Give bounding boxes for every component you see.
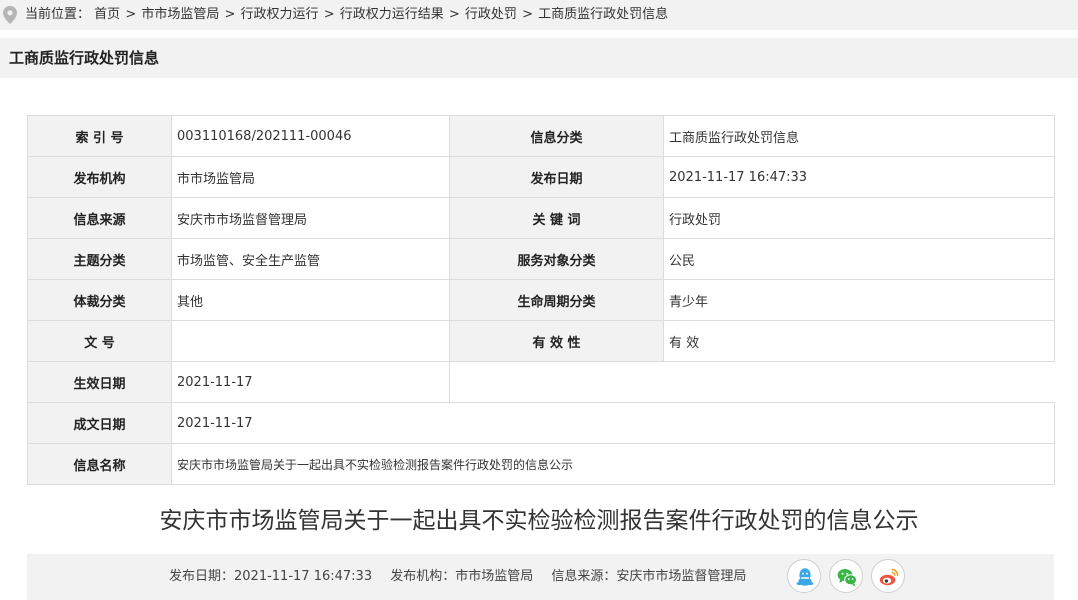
wechat-icon	[837, 569, 858, 587]
validity-label: 有 效 性	[449, 320, 664, 362]
section-title: 工商质监行政处罚信息	[0, 38, 1078, 78]
empty-cell	[449, 361, 1055, 403]
table-row: 体裁分类 其他 生命周期分类 青少年	[27, 279, 1055, 321]
breadcrumb-label: 当前位置：	[25, 7, 91, 22]
topic-value: 市场监管、安全生产监管	[171, 238, 450, 280]
location-pin-icon	[3, 6, 17, 24]
topic-label: 主题分类	[27, 238, 172, 280]
index-no-value: 003110168/202111-00046	[171, 115, 450, 157]
table-row: 主题分类 市场监管、安全生产监管 服务对象分类 公民	[27, 238, 1055, 280]
publish-info-bar: 发布日期：2021-11-17 16:47:33 发布机构：市市场监管局 信息来…	[27, 554, 1054, 600]
footer-org-label: 发布机构：	[390, 569, 456, 584]
publisher-label: 发布机构	[27, 156, 172, 198]
audience-label: 服务对象分类	[449, 238, 664, 280]
effective-date-label: 生效日期	[27, 361, 172, 403]
metadata-table: 索 引 号 003110168/202111-00046 信息分类 工商质监行政…	[27, 115, 1055, 485]
keywords-value: 行政处罚	[663, 197, 1055, 239]
doc-no-value	[171, 320, 450, 362]
weibo-icon	[879, 568, 899, 586]
info-name-label: 信息名称	[27, 443, 172, 485]
breadcrumb-current[interactable]: 工商质监行政处罚信息	[538, 7, 668, 22]
share-qq-button[interactable]	[787, 559, 821, 593]
audience-value: 公民	[663, 238, 1055, 280]
written-date-label: 成文日期	[27, 402, 172, 444]
breadcrumb-market-bureau[interactable]: 市市场监管局	[141, 7, 219, 22]
table-row: 索 引 号 003110168/202111-00046 信息分类 工商质监行政…	[27, 115, 1055, 157]
doc-no-label: 文 号	[27, 320, 172, 362]
genre-label: 体裁分类	[27, 279, 172, 321]
footer-source-value: 安庆市市场监督管理局	[616, 569, 747, 584]
breadcrumb: 当前位置： 首页 > 市市场监管局 > 行政权力运行 > 行政权力运行结果 > …	[0, 0, 1078, 30]
table-row: 文 号 有 效 性 有 效	[27, 320, 1055, 362]
category-value: 工商质监行政处罚信息	[663, 115, 1055, 157]
category-label: 信息分类	[449, 115, 664, 157]
document-title: 安庆市市场监管局关于一起出具不实检验检测报告案件行政处罚的信息公示	[159, 508, 919, 534]
source-label: 信息来源	[27, 197, 172, 239]
info-name-value: 安庆市市场监管局关于一起出具不实检验检测报告案件行政处罚的信息公示	[171, 443, 1055, 485]
breadcrumb-admin-power[interactable]: 行政权力运行	[241, 7, 319, 22]
source-value: 安庆市市场监督管理局	[171, 197, 450, 239]
breadcrumb-home[interactable]: 首页	[94, 7, 120, 22]
footer-source-label: 信息来源：	[551, 569, 617, 584]
publisher-value: 市市场监管局	[171, 156, 450, 198]
footer-date-label: 发布日期：	[169, 569, 235, 584]
lifecycle-label: 生命周期分类	[449, 279, 664, 321]
keywords-label: 关 键 词	[449, 197, 664, 239]
publish-info: 发布日期：2021-11-17 16:47:33 发布机构：市市场监管局 信息来…	[169, 554, 760, 600]
table-row: 发布机构 市市场监管局 发布日期 2021-11-17 16:47:33	[27, 156, 1055, 198]
qq-icon	[796, 568, 814, 586]
written-date-value: 2021-11-17	[171, 402, 1055, 444]
publish-date-label: 发布日期	[449, 156, 664, 198]
effective-date-value: 2021-11-17	[171, 361, 450, 403]
table-row: 信息来源 安庆市市场监督管理局 关 键 词 行政处罚	[27, 197, 1055, 239]
validity-value: 有 效	[663, 320, 1055, 362]
genre-value: 其他	[171, 279, 450, 321]
footer-org-value: 市市场监管局	[455, 569, 534, 584]
table-row: 信息名称 安庆市市场监管局关于一起出具不实检验检测报告案件行政处罚的信息公示	[27, 443, 1055, 485]
share-weibo-button[interactable]	[871, 559, 905, 593]
breadcrumb-admin-power-results[interactable]: 行政权力运行结果	[340, 7, 444, 22]
publish-date-value: 2021-11-17 16:47:33	[663, 156, 1055, 198]
footer-date-value: 2021-11-17 16:47:33	[234, 569, 373, 584]
lifecycle-value: 青少年	[663, 279, 1055, 321]
table-row: 成文日期 2021-11-17	[27, 402, 1055, 444]
breadcrumb-admin-penalty[interactable]: 行政处罚	[465, 7, 517, 22]
table-row: 生效日期 2021-11-17	[27, 361, 1055, 403]
index-no-label: 索 引 号	[27, 115, 172, 157]
share-wechat-button[interactable]	[829, 559, 863, 593]
